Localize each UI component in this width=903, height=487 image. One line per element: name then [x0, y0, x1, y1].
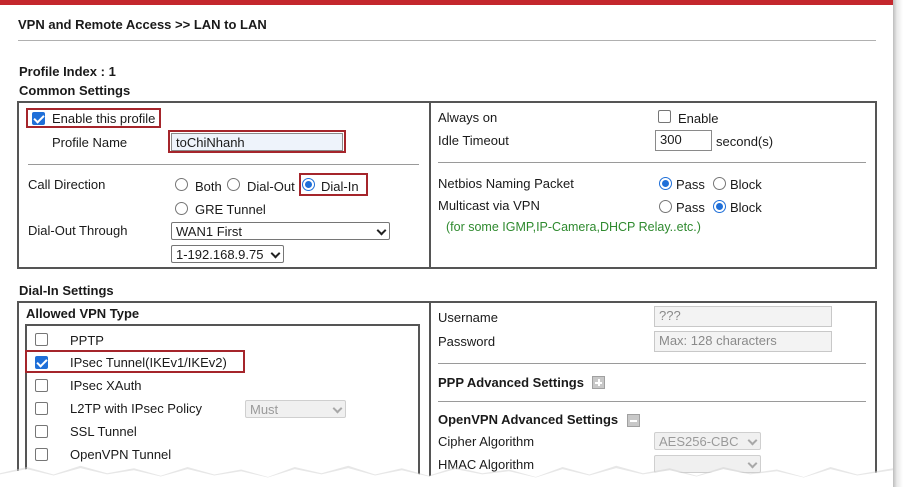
- ppp-advanced-expand-icon[interactable]: [592, 376, 605, 389]
- dialin-right-separator-1: [438, 363, 866, 364]
- chevron-down-icon: [332, 403, 343, 414]
- multicast-block-label: Block: [730, 200, 762, 215]
- netbios-pass-label: Pass: [676, 177, 705, 192]
- openvpn-advanced-settings-label: OpenVPN Advanced Settings: [438, 412, 619, 427]
- multicast-label: Multicast via VPN: [438, 198, 540, 213]
- dial-in-settings-divider: [429, 301, 431, 481]
- vpn-l2tp-label: L2TP with IPsec Policy: [70, 401, 202, 416]
- always-on-enable-label: Enable: [678, 111, 719, 126]
- netbios-block-label: Block: [730, 177, 762, 192]
- call-direction-label: Call Direction: [28, 177, 106, 192]
- vpn-pptp-checkbox[interactable]: [35, 333, 48, 346]
- ppp-advanced-settings-label: PPP Advanced Settings: [438, 375, 584, 390]
- username-input[interactable]: ???: [654, 306, 832, 327]
- dial-out-through-label: Dial-Out Through: [28, 223, 128, 238]
- netbios-label: Netbios Naming Packet: [438, 176, 574, 191]
- netbios-pass-radio[interactable]: [659, 177, 672, 190]
- password-input[interactable]: Max: 128 characters: [654, 331, 832, 352]
- vpn-openvpn-checkbox[interactable]: [35, 448, 48, 461]
- enable-profile-label: Enable this profile: [52, 111, 156, 126]
- chevron-down-icon: [376, 225, 387, 236]
- radio-dial-in[interactable]: [302, 178, 315, 191]
- vpn-ipsec-xauth-checkbox[interactable]: [35, 379, 48, 392]
- page-edge-shadow: [893, 0, 903, 487]
- dial-in-settings-heading: Dial-In Settings: [19, 283, 114, 298]
- multicast-pass-label: Pass: [676, 200, 705, 215]
- password-label: Password: [438, 334, 496, 349]
- multicast-block-radio[interactable]: [713, 200, 726, 213]
- enable-profile-checkbox[interactable]: [32, 112, 45, 125]
- dialin-right-separator-2: [438, 401, 866, 402]
- always-on-label: Always on: [438, 110, 498, 125]
- dial-out-through-value: WAN1 First: [176, 224, 242, 239]
- dial-out-ip-select[interactable]: 1-192.168.9.75: [171, 245, 284, 263]
- idle-timeout-label: Idle Timeout: [438, 133, 509, 148]
- chevron-down-icon: [747, 435, 758, 446]
- dial-out-through-select[interactable]: WAN1 First: [171, 222, 390, 240]
- vpn-pptp-label: PPTP: [70, 333, 104, 348]
- vpn-ipsec-tunnel-checkbox[interactable]: [35, 356, 48, 369]
- profile-name-input[interactable]: toChiNhanh: [171, 133, 343, 151]
- radio-gre-tunnel[interactable]: [175, 202, 188, 215]
- profile-index: Profile Index : 1: [19, 64, 116, 79]
- multicast-note: (for some IGMP,IP-Camera,DHCP Relay..etc…: [446, 220, 701, 234]
- cipher-algorithm-label: Cipher Algorithm: [438, 434, 535, 449]
- netbios-block-radio[interactable]: [713, 177, 726, 190]
- radio-gre-tunnel-label: GRE Tunnel: [195, 202, 266, 217]
- title-divider: [18, 40, 876, 41]
- cipher-algorithm-select[interactable]: AES256-CBC: [654, 432, 761, 450]
- l2tp-policy-value: Must: [250, 402, 279, 417]
- idle-timeout-input[interactable]: 300: [655, 130, 712, 151]
- left-separator: [28, 164, 419, 165]
- top-accent-bar: [0, 0, 893, 5]
- username-label: Username: [438, 310, 498, 325]
- common-settings-divider: [429, 101, 431, 269]
- vpn-openvpn-label: OpenVPN Tunnel: [70, 447, 172, 462]
- radio-dial-out-label: Dial-Out: [247, 179, 295, 194]
- vpn-ssl-tunnel-checkbox[interactable]: [35, 425, 48, 438]
- vpn-ipsec-tunnel-label: IPsec Tunnel(IKEv1/IKEv2): [70, 355, 227, 370]
- openvpn-advanced-collapse-icon[interactable]: [627, 414, 640, 427]
- right-separator: [438, 162, 866, 163]
- vpn-ipsec-xauth-label: IPsec XAuth: [70, 378, 142, 393]
- vpn-l2tp-checkbox[interactable]: [35, 402, 48, 415]
- multicast-pass-radio[interactable]: [659, 200, 672, 213]
- dial-out-ip-value: 1-192.168.9.75: [176, 247, 264, 262]
- chevron-down-icon: [747, 458, 758, 469]
- always-on-checkbox[interactable]: [658, 110, 671, 123]
- allowed-vpn-type-heading: Allowed VPN Type: [26, 306, 140, 321]
- common-settings-heading: Common Settings: [19, 83, 131, 98]
- l2tp-policy-select[interactable]: Must: [245, 400, 346, 418]
- radio-dial-in-label: Dial-In: [321, 179, 359, 194]
- page-title: VPN and Remote Access >> LAN to LAN: [18, 17, 267, 32]
- radio-both[interactable]: [175, 178, 188, 191]
- radio-both-label: Both: [195, 179, 222, 194]
- radio-dial-out[interactable]: [227, 178, 240, 191]
- chevron-down-icon: [270, 248, 281, 259]
- vpn-ssl-tunnel-label: SSL Tunnel: [70, 424, 137, 439]
- idle-timeout-unit: second(s): [716, 134, 774, 149]
- profile-name-label: Profile Name: [52, 135, 128, 150]
- cipher-algorithm-value: AES256-CBC: [659, 434, 739, 449]
